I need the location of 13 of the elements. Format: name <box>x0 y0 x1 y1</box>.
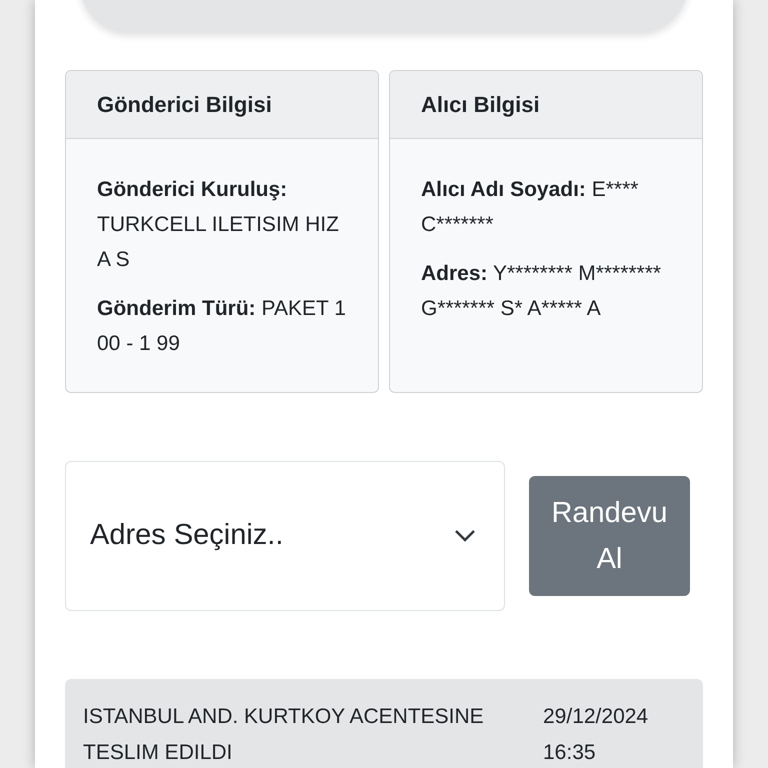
address-select[interactable]: Adres Seçiniz.. <box>65 461 505 611</box>
event-date: 29/12/2024 <box>543 704 648 730</box>
info-field: Gönderici Kuruluş: TURKCELL ILETISIM HIZ A S <box>97 172 347 277</box>
event-description: ISTANBUL AND. KURTKOY ACENTESINE TESLIM EDILDI <box>83 704 485 766</box>
card-title: Gönderici Bilgisi <box>97 91 272 119</box>
card-title: Alıcı Bilgisi <box>421 91 540 119</box>
info-field: Adres: Y******** M******** G******* S* A***** A <box>421 256 671 326</box>
info-field: Alıcı Adı Soyadı: E**** C******* <box>421 172 671 242</box>
select-placeholder: Adres Seçiniz.. <box>90 518 284 554</box>
appointment-button[interactable]: Randevu Al <box>529 476 690 596</box>
info-field: Gönderim Türü: PAKET 1 00 - 1 99 <box>97 291 347 361</box>
event-time: 16:35 <box>543 740 597 766</box>
chevron-down-icon <box>454 529 476 543</box>
